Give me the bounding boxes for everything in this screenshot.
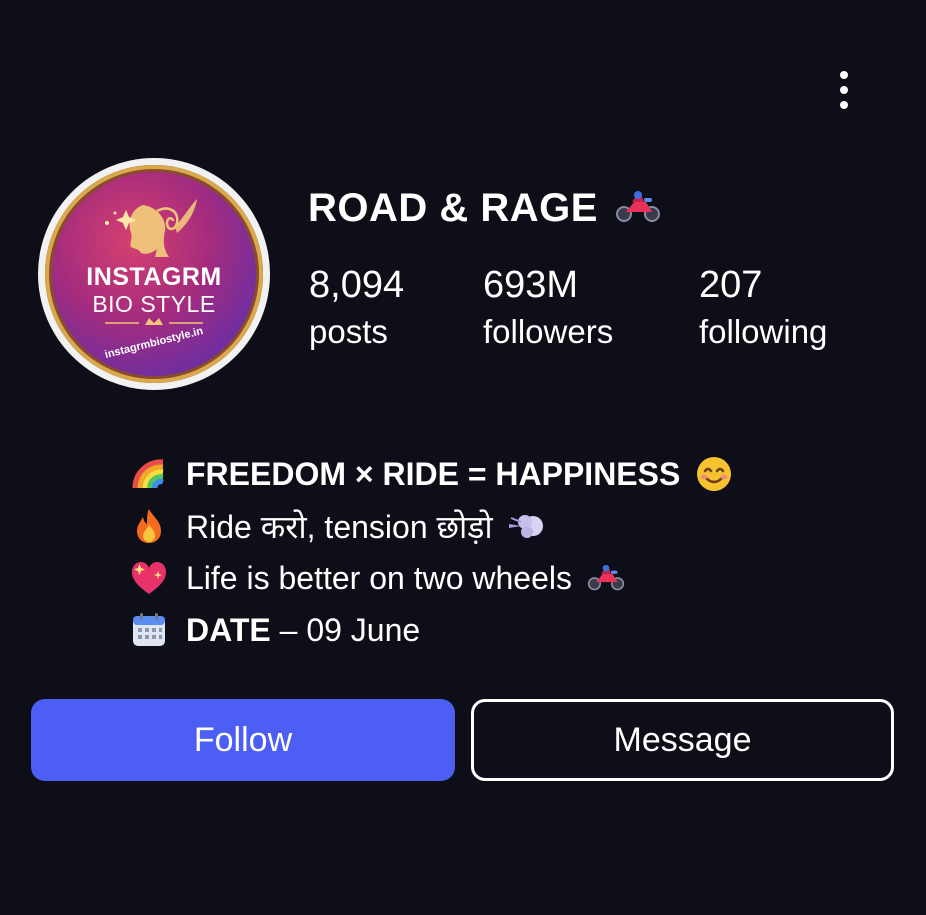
profile-name: ROAD & RAGE (308, 186, 598, 230)
posts-label: posts (309, 313, 388, 350)
menu-dot (840, 101, 848, 109)
follow-button[interactable]: Follow (31, 699, 455, 781)
sparkling-heart-icon (128, 557, 170, 599)
bio-line: DATE – 09 June (128, 604, 734, 656)
logo-title: INSTAGRM (86, 263, 222, 291)
motorcycle-icon (586, 558, 626, 598)
bio-text: Ride करो, tension छोड़ो (186, 508, 493, 545)
avatar-logo: INSTAGRM BIO STYLE instagrmbiostyle.in (45, 165, 263, 383)
menu-dot (840, 86, 848, 94)
dash-icon (507, 506, 547, 546)
calendar-icon (128, 609, 170, 651)
menu-dot (840, 71, 848, 79)
profile-page: INSTAGRM BIO STYLE instagrmbiostyle.in R… (0, 0, 926, 915)
fire-icon (128, 505, 170, 547)
rainbow-icon (128, 453, 170, 495)
bio-line: Ride करो, tension छोड़ो (128, 500, 734, 552)
logo-subtitle: BIO STYLE (92, 291, 216, 317)
profile-avatar[interactable]: INSTAGRM BIO STYLE instagrmbiostyle.in (38, 158, 270, 390)
followers-label: followers (483, 313, 614, 350)
stat-following[interactable]: 207 following (699, 262, 827, 356)
stat-followers[interactable]: 693M followers (483, 262, 613, 356)
posts-count: 8,094 (309, 264, 405, 306)
bio-date-label: DATE (186, 611, 271, 648)
message-button[interactable]: Message (471, 699, 894, 781)
profile-name-row: ROAD & RAGE (308, 186, 662, 231)
bio-text: Life is better on two wheels (186, 559, 572, 596)
bio-line: FREEDOM × RIDE = HAPPINESS (128, 448, 734, 500)
followers-count: 693M (483, 264, 579, 306)
bio-date-value: – 09 June (270, 611, 421, 648)
bio-line: Life is better on two wheels (128, 552, 734, 604)
more-options-icon[interactable] (826, 66, 862, 114)
motorcycle-icon (614, 190, 662, 228)
profile-bio: FREEDOM × RIDE = HAPPINESS Ride करो, ten… (128, 448, 734, 656)
stat-posts[interactable]: 8,094 posts (309, 262, 404, 356)
bio-headline: FREEDOM × RIDE = HAPPINESS (186, 455, 681, 492)
following-label: following (699, 313, 828, 350)
smiling-face-icon (694, 454, 734, 494)
following-count: 207 (699, 264, 763, 306)
